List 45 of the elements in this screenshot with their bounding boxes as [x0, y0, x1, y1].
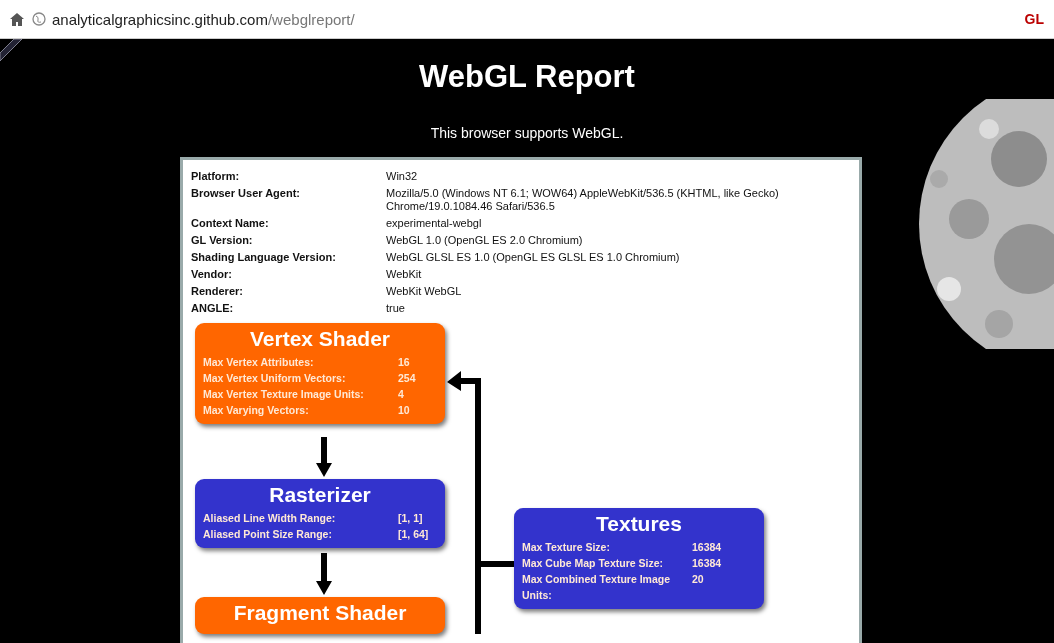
info-value: Mozilla/5.0 (Windows NT 6.1; WOW64) AppleWebKit/536.5 (KHTML, like Gecko) Chrome/19.0.1084.46 Safari/536.5 — [386, 187, 780, 213]
address-url[interactable]: analyticalgraphicsinc.github.com/webglreport/ — [52, 10, 355, 28]
info-label: Shading Language Version: — [191, 251, 337, 264]
info-value: WebGL GLSL ES 1.0 (OpenGL ES GLSL ES 1.0 Chromium) — [386, 251, 681, 264]
extension-label[interactable]: GL — [1024, 11, 1044, 27]
home-icon[interactable] — [10, 12, 24, 26]
arrow-down — [316, 437, 332, 477]
info-value: Win32 — [386, 170, 419, 183]
stage-value: 16384 — [692, 540, 723, 555]
info-label: Renderer: — [191, 285, 244, 298]
stage-value: 16384 — [692, 556, 723, 571]
stage-value: 10 — [398, 403, 411, 418]
page-title: WebGL Report — [419, 59, 635, 95]
stage-value: 4 — [398, 387, 405, 402]
stage-title: Rasterizer — [268, 483, 372, 507]
stage-title: Fragment Shader — [232, 601, 408, 625]
stage-label: Max Cube Map Texture Size: — [522, 556, 664, 571]
info-label: Platform: — [191, 170, 241, 183]
info-label: Browser User Agent: — [191, 187, 301, 201]
stage-title: Vertex Shader — [248, 327, 392, 351]
stage-label: Aliased Point Size Range: — [203, 527, 333, 542]
stage-label: Max Vertex Attributes: — [203, 355, 315, 370]
stage-label: Max Vertex Texture Image Units: — [203, 387, 365, 402]
stage-value: 16 — [398, 355, 411, 370]
stage-label: Max Vertex Uniform Vectors: — [203, 371, 347, 386]
info-label: ANGLE: — [191, 302, 235, 315]
stage-value: [1, 64] — [398, 527, 430, 542]
info-value: true — [386, 302, 406, 315]
info-value: WebKit — [386, 268, 423, 281]
stage-label: Aliased Line Width Range: — [203, 511, 337, 526]
info-label: GL Version: — [191, 234, 254, 247]
stage-label: Max Texture Size: — [522, 540, 611, 555]
info-value: WebKit WebGL — [386, 285, 463, 298]
stage-label: Max Varying Vectors: — [203, 403, 310, 418]
info-label: Vendor: — [191, 268, 233, 281]
arrow-down — [316, 553, 332, 595]
support-message: This browser supports WebGL. — [430, 125, 624, 141]
info-label: Context Name: — [191, 217, 270, 230]
stage-value: 254 — [398, 371, 417, 386]
info-value: experimental-webgl — [386, 217, 483, 230]
info-value: WebGL 1.0 (OpenGL ES 2.0 Chromium) — [386, 234, 584, 247]
stage-value: 20 — [692, 572, 705, 587]
stage-title: Textures — [595, 512, 683, 536]
stage-value: [1, 1] — [398, 511, 424, 526]
stage-label: Max Combined Texture Image Units: — [522, 572, 671, 603]
